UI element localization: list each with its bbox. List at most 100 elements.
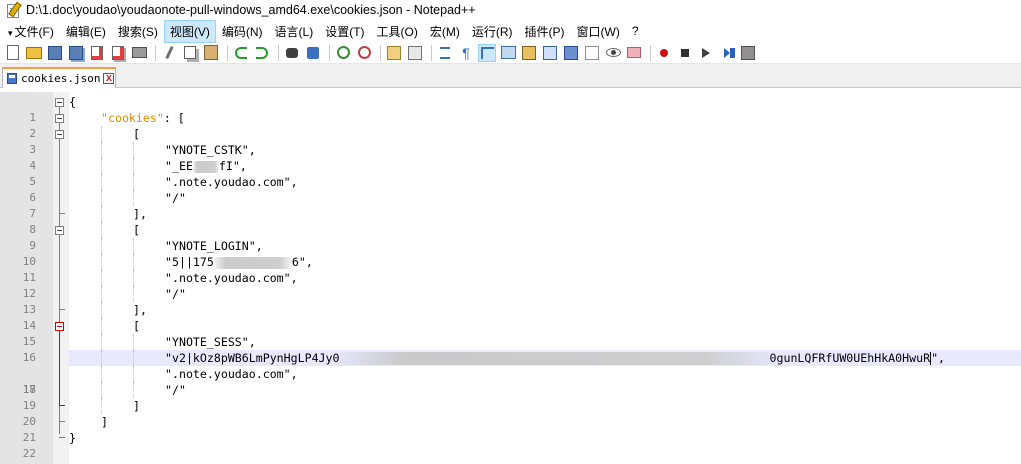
toolbar-separator: [380, 44, 381, 61]
monitoring-icon[interactable]: [583, 44, 601, 62]
eye-icon[interactable]: [604, 44, 622, 62]
close-tab-icon[interactable]: x: [103, 73, 115, 84]
stop-record-icon[interactable]: [676, 44, 694, 62]
menu-macro[interactable]: 宏(M): [424, 20, 466, 43]
indent-guide: [133, 238, 134, 254]
code-lines: 1 { 2 "cookies": [ 3 [ 4 "YNOTE_CSTK", 5…: [0, 94, 1021, 460]
code-line-current: 17 "v2|kOz8pWB6LmPynHgLP4Jy0 0gunLQFRfUW0…: [0, 350, 1021, 396]
indent-guide: [133, 382, 134, 398]
user-lang-icon[interactable]: [499, 44, 517, 62]
tab-cookies-json[interactable]: cookies.json x: [2, 67, 116, 88]
code-line: 3 [: [0, 126, 1021, 156]
indent-guide: [133, 334, 134, 350]
menu-bar: ▾ 文件(F) 编辑(E) 搜索(S) 视图(V) 编码(N) 语言(L) 设置(…: [0, 19, 1021, 43]
indent-guide: [101, 222, 102, 238]
indent-guide: [101, 190, 102, 206]
notepad-plus-plus-icon: [6, 1, 22, 18]
toolbar-separator: [155, 44, 156, 61]
menu-tools[interactable]: 工具(O): [371, 20, 424, 43]
close-icon[interactable]: [88, 44, 106, 62]
zoom-in-icon[interactable]: [334, 44, 352, 62]
redo-icon[interactable]: [253, 44, 271, 62]
code-line: 2 "cookies": [: [0, 110, 1021, 140]
indent-guide: [101, 318, 102, 334]
toolbar-separator: [650, 44, 651, 61]
code-line: 19 "/": [0, 382, 1021, 412]
indent-guide: [101, 286, 102, 302]
print-icon[interactable]: [130, 44, 148, 62]
menu-window[interactable]: 窗口(W): [571, 20, 626, 43]
chevron-down-icon: ▾: [8, 27, 13, 38]
function-list-icon[interactable]: [541, 44, 559, 62]
redacted-text: [339, 352, 770, 365]
code-line: 20 ]: [0, 398, 1021, 428]
cut-icon[interactable]: [160, 44, 178, 62]
line-number: 22: [22, 447, 36, 460]
editor[interactable]: 1 { 2 "cookies": [ 3 [ 4 "YNOTE_CSTK", 5…: [0, 92, 1021, 464]
save-macro-icon[interactable]: [739, 44, 757, 62]
copy-icon[interactable]: [181, 44, 199, 62]
code-line: 13 "/": [0, 286, 1021, 316]
record-macro-icon[interactable]: [655, 44, 673, 62]
doc-map-icon[interactable]: [520, 44, 538, 62]
redacted-text: [213, 256, 292, 269]
save-icon[interactable]: [46, 44, 64, 62]
indent-guide: [133, 174, 134, 190]
menu-encoding[interactable]: 编码(N): [216, 20, 269, 43]
indent-guide: [101, 206, 102, 222]
indent-guide: [133, 158, 134, 174]
indent-guide: [101, 238, 102, 254]
menu-file[interactable]: ▾ 文件(F): [2, 20, 60, 43]
code-line: 9 [: [0, 222, 1021, 252]
save-all-icon[interactable]: [67, 44, 85, 62]
code-line: 18 ".note.youdao.com",: [0, 366, 1021, 396]
folder-workspace-icon[interactable]: [562, 44, 580, 62]
menu-view[interactable]: 视图(V): [163, 19, 216, 43]
run-macro-multiple-icon[interactable]: [718, 44, 736, 62]
sync-horizontal-icon[interactable]: [406, 44, 424, 62]
indent-guide: [133, 190, 134, 206]
undo-icon[interactable]: [232, 44, 250, 62]
indent-guide: [101, 270, 102, 286]
indent-guide: [133, 286, 134, 302]
new-file-icon[interactable]: [4, 44, 22, 62]
find-icon[interactable]: [283, 44, 301, 62]
code-line: 7 "/": [0, 190, 1021, 220]
tab-bar: cookies.json x: [0, 64, 1021, 88]
open-file-icon[interactable]: [25, 44, 43, 62]
zoom-out-icon[interactable]: [355, 44, 373, 62]
menu-edit[interactable]: 编辑(E): [60, 20, 112, 43]
indent-guide: [101, 350, 102, 366]
indent-guide: [101, 142, 102, 158]
play-macro-icon[interactable]: [697, 44, 715, 62]
word-wrap-icon[interactable]: [436, 44, 454, 62]
menu-settings[interactable]: 设置(T): [319, 20, 370, 43]
indent-guide: [101, 334, 102, 350]
menu-run[interactable]: 运行(R): [466, 20, 519, 43]
code-line: 4 "YNOTE_CSTK",: [0, 142, 1021, 172]
show-all-chars-icon[interactable]: ¶: [457, 44, 475, 62]
close-all-icon[interactable]: [109, 44, 127, 62]
replace-icon[interactable]: [304, 44, 322, 62]
pink-folder-icon[interactable]: [625, 44, 643, 62]
window-title: D:\1.doc\youdao\youdaonote-pull-windows_…: [26, 3, 476, 17]
code-line: 12 ".note.youdao.com",: [0, 270, 1021, 300]
indent-guide: [101, 158, 102, 174]
indent-guide-icon[interactable]: [478, 43, 496, 62]
indent-guide: [133, 142, 134, 158]
indent-guide: [101, 366, 102, 382]
menu-language[interactable]: 语言(L): [269, 20, 320, 43]
menu-search[interactable]: 搜索(S): [112, 20, 164, 43]
code-line: 16 "YNOTE_SESS",: [0, 334, 1021, 364]
indent-guide: [133, 350, 134, 366]
menu-plugins[interactable]: 插件(P): [519, 20, 571, 43]
indent-guide: [101, 382, 102, 398]
toolbar-separator: [278, 44, 279, 61]
json-key: "cookies": [101, 111, 164, 125]
toolbar-separator: [329, 44, 330, 61]
indent-guide: [101, 126, 102, 142]
menu-help[interactable]: ?: [626, 21, 645, 41]
code-line: 21 ]: [0, 414, 1021, 444]
paste-icon[interactable]: [202, 44, 220, 62]
sync-vertical-icon[interactable]: [385, 44, 403, 62]
